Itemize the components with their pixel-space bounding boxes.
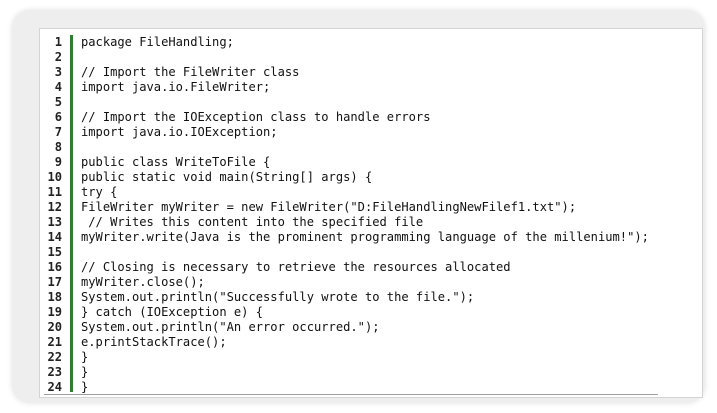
code-line: e.printStackTrace(); (81, 335, 227, 349)
code-line: System.out.println("Successfully wrote t… (81, 290, 475, 304)
line-number: 21 (47, 335, 62, 349)
code-line: // Import the FileWriter class (81, 65, 300, 79)
code-snippet-frame: 1 2 3 4 5 6 7 8 9 10 11 12 13 14 15 16 17 18 19 20 21 22 23 24 … (12, 10, 705, 403)
line-number: 16 (47, 260, 62, 274)
code-line: public class WriteToFile { (81, 155, 271, 169)
line-number: 1 (54, 35, 62, 49)
gutter-separator (70, 35, 73, 392)
line-number: 5 (54, 95, 62, 109)
bottom-rule (44, 394, 658, 395)
line-number: 13 (47, 215, 62, 229)
code-line: // Closing is necessary to retrieve the … (81, 260, 511, 274)
line-number: 8 (54, 140, 62, 154)
line-number: 19 (47, 305, 62, 319)
line-number: 6 (54, 110, 62, 124)
line-number: 20 (47, 320, 62, 334)
line-number: 3 (54, 65, 62, 79)
code-line: } (81, 380, 89, 394)
line-number: 2 (54, 50, 62, 64)
code-line: try { (81, 185, 118, 199)
line-number: 24 (47, 380, 62, 394)
code-line: } (81, 365, 89, 379)
line-number: 23 (47, 365, 62, 379)
line-number: 14 (47, 230, 62, 244)
line-number: 22 (47, 350, 62, 364)
line-number: 18 (47, 290, 62, 304)
code-line: } (81, 350, 89, 364)
code-line: } catch (IOException e) { (81, 305, 264, 319)
code-line: import java.io.IOException; (81, 125, 278, 139)
code-line: // Writes this content into the specifie… (81, 215, 424, 229)
line-number: 4 (54, 80, 62, 94)
code-line: System.out.println("An error occurred.")… (81, 320, 380, 334)
code-line: package FileHandling; (81, 35, 234, 49)
line-number-gutter: 1 2 3 4 5 6 7 8 9 10 11 12 13 14 15 16 17 18 19 20 21 22 23 24 (40, 35, 62, 395)
code-line: public static void main(String[] args) { (81, 170, 373, 184)
code-line: // Import the IOException class to handl… (81, 110, 431, 124)
line-number: 12 (47, 200, 62, 214)
line-number: 15 (47, 245, 62, 259)
line-number: 10 (47, 170, 62, 184)
line-number: 17 (47, 275, 62, 289)
code-line: myWriter.close(); (81, 275, 205, 289)
code-line: myWriter.write(Java is the prominent pro… (81, 230, 649, 244)
line-number: 9 (54, 155, 62, 169)
code-block: 1 2 3 4 5 6 7 8 9 10 11 12 13 14 15 16 17 18 19 20 21 22 23 24 … (39, 28, 703, 398)
code-line: import java.io.FileWriter; (81, 80, 271, 94)
line-number: 7 (54, 125, 62, 139)
line-number: 11 (47, 185, 62, 199)
code-line: FileWriter myWriter = new FileWriter("D:… (81, 200, 577, 214)
code-lines: package FileHandling; // Import the FileW… (81, 35, 698, 395)
